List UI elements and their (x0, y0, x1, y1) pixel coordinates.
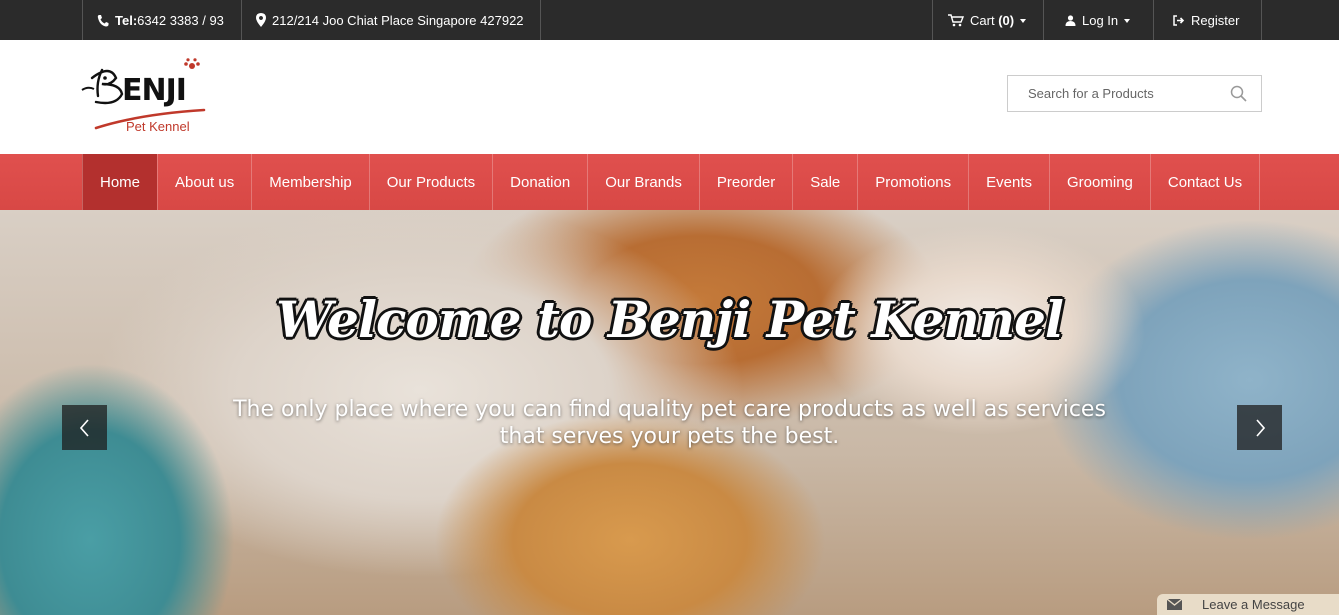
leave-message-label: Leave a Message (1202, 597, 1305, 612)
phone-label: Tel: (115, 12, 138, 28)
phone-number: 6342 3383 / 93 (137, 12, 224, 28)
register-label: Register (1191, 12, 1240, 28)
cart-count: (0) (998, 12, 1015, 28)
register-button[interactable]: Register (1153, 0, 1262, 40)
map-marker-icon (256, 13, 266, 27)
nav-item-membership[interactable]: Membership (251, 154, 369, 210)
nav-item-preorder[interactable]: Preorder (698, 154, 792, 210)
logo-text: ENJI (122, 73, 186, 108)
header: ENJI Pet Kennel (0, 40, 1339, 154)
nav-item-about-us[interactable]: About us (157, 154, 251, 210)
leave-message-widget[interactable]: Leave a Message (1157, 594, 1339, 615)
nav-item-our-products[interactable]: Our Products (368, 154, 492, 210)
cart-label: Cart (970, 12, 995, 28)
nav-item-sale[interactable]: Sale (792, 154, 857, 210)
nav-item-contact-us[interactable]: Contact Us (1149, 154, 1261, 210)
sign-in-icon (1173, 14, 1185, 26)
phone-info: Tel:6342 3383 / 93 (82, 0, 241, 40)
nav-item-donation[interactable]: Donation (492, 154, 587, 210)
login-button[interactable]: Log In (1043, 0, 1153, 40)
chevron-down-icon (1124, 19, 1131, 23)
hero-title: Welcome to Benji Pet Kennel (276, 290, 1064, 349)
cart-icon (948, 13, 964, 26)
main-nav: Home About us Membership Our Products Do… (0, 154, 1339, 210)
nav-item-home[interactable]: Home (82, 154, 158, 210)
slider-prev-button[interactable] (62, 405, 107, 450)
nav-item-grooming[interactable]: Grooming (1049, 154, 1150, 210)
topbar: Tel:6342 3383 / 93 212/214 Joo Chiat Pla… (0, 0, 1339, 40)
address-text: 212/214 Joo Chiat Place Singapore 427922 (272, 12, 524, 28)
chevron-left-icon (79, 418, 89, 437)
phone-icon (97, 14, 109, 26)
envelope-icon (1157, 594, 1191, 615)
search-box (1007, 75, 1262, 112)
chevron-right-icon (1255, 418, 1265, 437)
hero-subtitle: The only place where you can find qualit… (0, 396, 1339, 450)
nav-item-our-brands[interactable]: Our Brands (587, 154, 699, 210)
chevron-down-icon (1020, 19, 1027, 23)
hero-subtitle-line1: The only place where you can find qualit… (233, 397, 1106, 422)
nav-item-promotions[interactable]: Promotions (857, 154, 968, 210)
slider-next-button[interactable] (1237, 405, 1282, 450)
user-icon (1065, 14, 1076, 26)
logo-subtitle: Pet Kennel (126, 119, 190, 134)
search-icon[interactable] (1230, 85, 1247, 102)
nav-item-events[interactable]: Events (968, 154, 1049, 210)
hero-slider: Welcome to Benji Pet Kennel The only pla… (0, 210, 1339, 615)
login-label: Log In (1082, 12, 1119, 28)
address-info: 212/214 Joo Chiat Place Singapore 427922 (241, 0, 541, 40)
hero-subtitle-line2: that serves your pets the best. (499, 424, 840, 449)
search-input[interactable] (1008, 76, 1223, 111)
cart-button[interactable]: Cart (0) (932, 0, 1043, 40)
